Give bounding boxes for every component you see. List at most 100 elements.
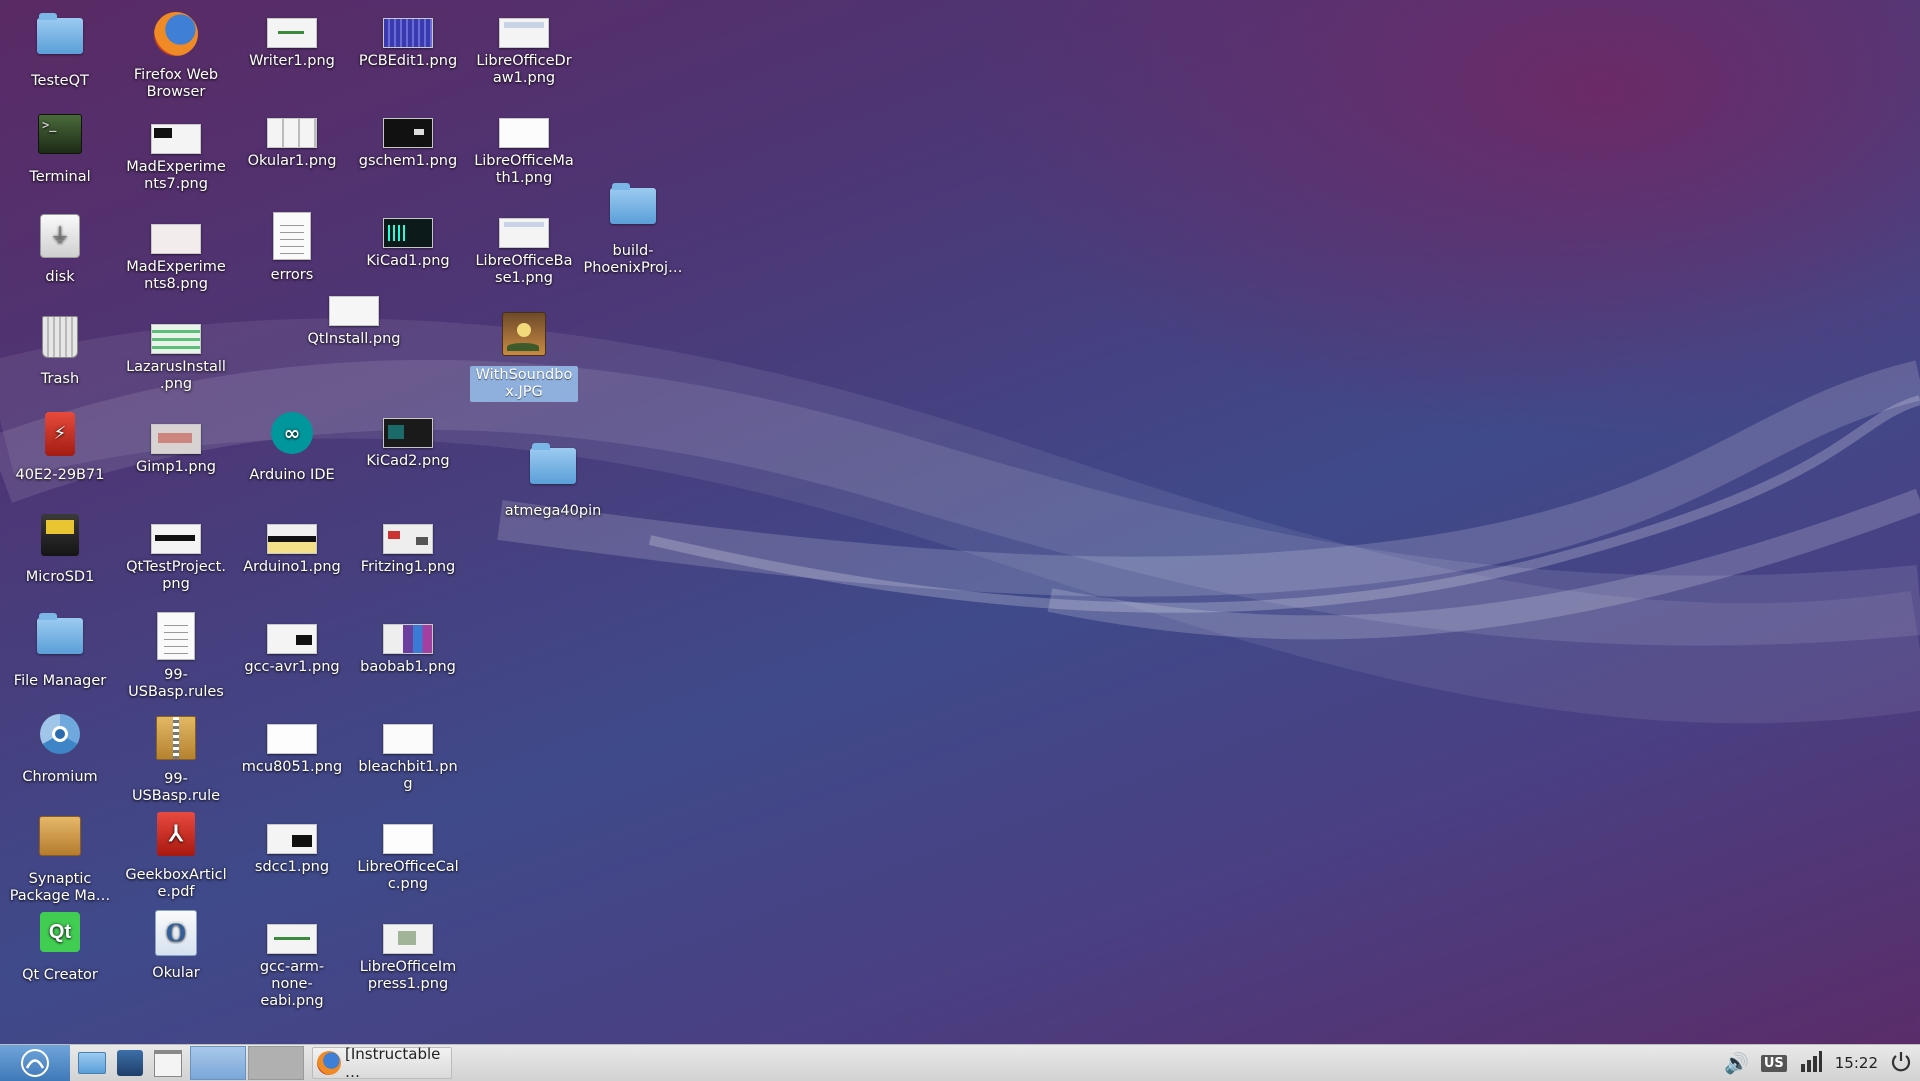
icon-label: LibreOfficeCalc.png: [357, 859, 459, 892]
image-file-icon: [499, 312, 549, 362]
desktop-icon-loimpress1[interactable]: LibreOfficeImpress1.png: [354, 918, 462, 994]
desktop-icon-gccavr1[interactable]: gcc-avr1.png: [238, 618, 346, 677]
desktop-icon-qtinstall[interactable]: QtInstall.png: [300, 290, 408, 349]
globe-icon: [117, 1050, 143, 1076]
desktop-icon-lomath1[interactable]: LibreOfficeMath1.png: [470, 112, 578, 188]
firefox-icon: [317, 1051, 341, 1075]
desktop-icon-arduino1[interactable]: Arduino1.png: [238, 518, 346, 577]
desktop-icon-withsoundbox[interactable]: WithSoundbox.JPG: [470, 310, 578, 402]
desktop-icon-trash[interactable]: Trash: [6, 310, 114, 389]
desktop-icon-synaptic[interactable]: Synaptic Package Ma…: [6, 810, 114, 906]
desktop-icon-disk[interactable]: ⏚ disk: [6, 210, 114, 287]
desktop-icon-okular1[interactable]: Okular1.png: [238, 112, 346, 171]
desktop-icon-gschem1[interactable]: gschem1.png: [354, 112, 462, 171]
icon-label: LibreOfficeMath1.png: [474, 153, 574, 186]
desktop-icon-qtcreator[interactable]: Qt Qt Creator: [6, 908, 114, 985]
icon-label: GeekboxArticle.pdf: [125, 867, 227, 900]
icon-label: Gimp1.png: [135, 459, 217, 475]
desktop-icon-arduinoide[interactable]: ∞ Arduino IDE: [238, 410, 346, 485]
image-thumbnail-icon: [267, 18, 317, 48]
desktop-icon-terminal[interactable]: >_ Terminal: [6, 110, 114, 187]
desktop-icon-madexp7[interactable]: MadExperiments7.png: [122, 118, 230, 194]
desktop-icon-chromium[interactable]: Chromium: [6, 710, 114, 787]
volume-icon[interactable]: 🔊: [1724, 1051, 1749, 1075]
desktop-icon-atmega40pin[interactable]: atmega40pin: [499, 440, 607, 521]
image-thumbnail-icon: [267, 524, 317, 554]
workspace-1[interactable]: [190, 1046, 246, 1080]
desktop-icon-mcu8051[interactable]: mcu8051.png: [238, 718, 346, 777]
clock[interactable]: 15:22: [1835, 1054, 1878, 1072]
workspace-2[interactable]: [248, 1046, 304, 1080]
desktop-icon-gccarm[interactable]: gcc-arm-none-eabi.png: [238, 918, 346, 1011]
icon-label: LibreOfficeDraw1.png: [476, 53, 572, 86]
icon-label: Qt Creator: [22, 967, 98, 983]
desktop-icon-gimp1[interactable]: Gimp1.png: [122, 418, 230, 477]
desktop-icon-madexp8[interactable]: MadExperiments8.png: [122, 218, 230, 294]
desktop-icon-usbdrive[interactable]: ⚡ 40E2-29B71: [6, 410, 114, 485]
icon-label: mcu8051.png: [241, 759, 343, 775]
icon-label: MadExperiments8.png: [126, 259, 226, 292]
desktop-icon-kicad1[interactable]: KiCad1.png: [354, 212, 462, 271]
browser-launcher[interactable]: [114, 1048, 146, 1078]
icon-label: QtTestProject.png: [126, 559, 226, 592]
image-thumbnail-icon: [383, 624, 433, 654]
okular-icon: O: [151, 910, 201, 960]
desktop-icon-build[interactable]: build-PhoenixProj…: [579, 180, 687, 278]
desktop-icon-testeqt[interactable]: TesteQT: [6, 10, 114, 91]
desktop-icon-bleachbit1[interactable]: bleachbit1.png: [354, 718, 462, 794]
icon-label: LibreOfficeImpress1.png: [359, 959, 457, 992]
icon-label: sdcc1.png: [254, 859, 330, 875]
icon-label: Arduino1.png: [243, 559, 341, 575]
desktop-icon-pcbedit1[interactable]: PCBEdit1.png: [354, 12, 462, 71]
terminal-icon: >_: [35, 114, 85, 164]
desktop-icon-usbasprules2[interactable]: 99-USBasp.rule…: [122, 712, 230, 823]
icon-label: gcc-avr1.png: [244, 659, 340, 675]
taskbar-window-button[interactable]: [Instructable …: [312, 1045, 452, 1081]
desktop-icon-firefox[interactable]: Firefox Web Browser: [122, 10, 230, 102]
file-manager-launcher[interactable]: [76, 1048, 108, 1078]
desktop-icon-usbasprules[interactable]: 99-USBasp.rules: [122, 612, 230, 702]
image-thumbnail-icon: [383, 418, 433, 448]
desktop-icon-localc[interactable]: LibreOfficeCalc.png: [354, 818, 462, 894]
image-thumbnail-icon: [267, 624, 317, 654]
keyboard-layout-indicator[interactable]: US: [1760, 1054, 1787, 1072]
taskbar: [Instructable … 🔊 US 15:22: [0, 1044, 1920, 1081]
show-desktop-button[interactable]: [152, 1048, 184, 1078]
image-thumbnail-icon: [499, 118, 549, 148]
desktop-icon-lazarus[interactable]: LazarusInstall.png: [122, 318, 230, 394]
desktop-icon-writer1[interactable]: Writer1.png: [238, 12, 346, 71]
desktop-icon-okular[interactable]: O Okular: [122, 908, 230, 983]
desktop-icon-baobab1[interactable]: baobab1.png: [354, 618, 462, 677]
network-signal-icon[interactable]: [1799, 1050, 1823, 1076]
desktop-icon-lobase1[interactable]: LibreOfficeBase1.png: [470, 212, 578, 288]
desktop-icon-filemanager[interactable]: File Manager: [6, 610, 114, 691]
icon-label: build-PhoenixProj…: [583, 243, 683, 276]
desktop-icon-kicad2[interactable]: KiCad2.png: [354, 412, 462, 471]
pdf-icon: ⅄: [151, 812, 201, 862]
desktop-icon-geekbox[interactable]: ⅄ GeekboxArticle.pdf: [122, 810, 230, 902]
icon-label[interactable]: WithSoundbox.JPG: [470, 366, 578, 402]
icon-label: 99-USBasp.rules: [128, 667, 224, 700]
folder-icon: [37, 13, 83, 54]
icon-label: baobab1.png: [360, 659, 456, 675]
image-thumbnail-icon: [329, 296, 379, 326]
folder-icon: [610, 183, 656, 224]
desktop-icon-microsd1[interactable]: MicroSD1: [6, 510, 114, 587]
desktop-icon-fritzing1[interactable]: Fritzing1.png: [354, 518, 462, 577]
power-icon[interactable]: [1890, 1050, 1912, 1076]
icon-label: atmega40pin: [504, 503, 602, 519]
arduino-icon: ∞: [267, 412, 317, 462]
archive-icon: [151, 716, 201, 766]
icon-label: disk: [45, 269, 75, 285]
image-thumbnail-icon: [499, 218, 549, 248]
image-thumbnail-icon: [383, 824, 433, 854]
icon-label: KiCad2.png: [366, 453, 450, 469]
desktop-icon-qttestproject[interactable]: QtTestProject.png: [122, 518, 230, 594]
taskbar-window-title: [Instructable …: [345, 1045, 441, 1081]
image-thumbnail-icon: [267, 824, 317, 854]
icon-label: MadExperiments7.png: [126, 159, 226, 192]
desktop-icon-sdcc1[interactable]: sdcc1.png: [238, 818, 346, 877]
desktop-icon-lodraw1[interactable]: LibreOfficeDraw1.png: [470, 12, 578, 88]
desktop-icon-errors[interactable]: errors: [238, 212, 346, 285]
start-menu-button[interactable]: [0, 1045, 70, 1081]
